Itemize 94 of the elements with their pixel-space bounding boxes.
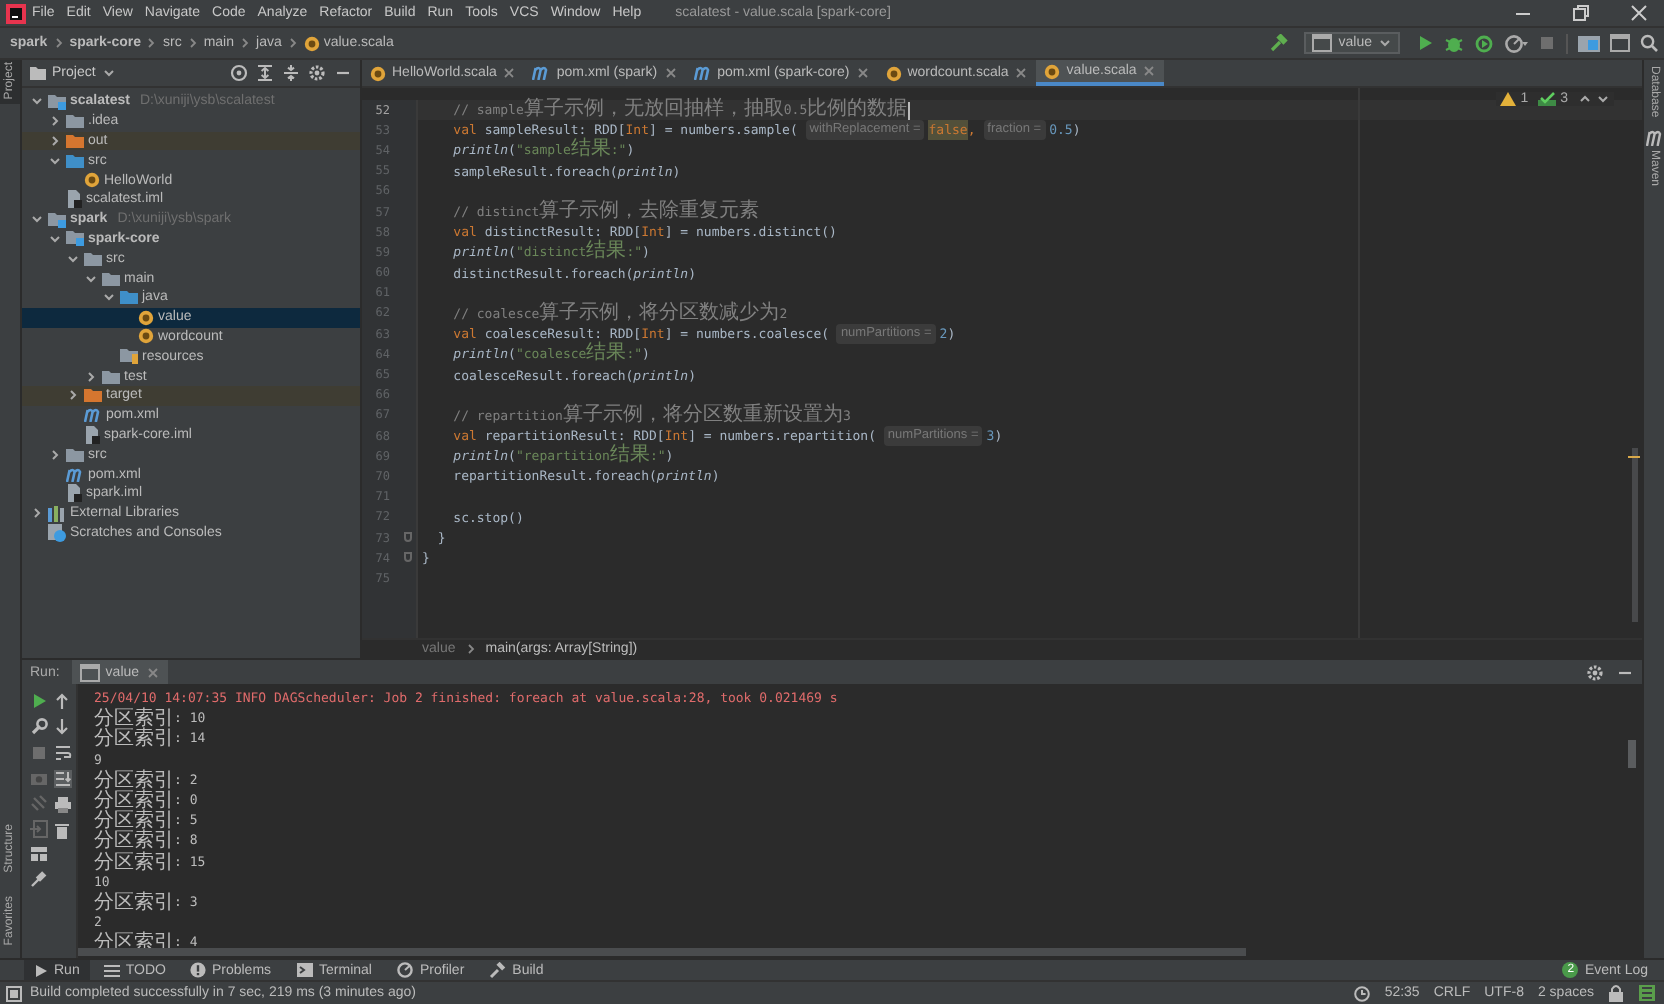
file-icon [66,484,82,503]
file-icon [66,190,82,209]
window-icon [79,663,100,681]
trash-icon[interactable] [54,822,70,840]
chevron-icon [465,642,476,656]
problems-icon [189,962,206,978]
wrench-icon[interactable] [29,718,47,736]
object-icon [885,65,902,81]
close-icon[interactable] [663,66,678,80]
locate-icon[interactable] [230,64,248,82]
dropdown-icon [101,66,116,80]
terminal-icon [295,962,314,978]
folder-icon [30,66,46,80]
close-icon[interactable] [1014,66,1029,80]
profile-icon[interactable] [1504,33,1528,53]
close-icon[interactable] [502,66,517,80]
maven-icon [532,66,551,80]
coverage-icon[interactable] [1474,33,1494,53]
chevron-icon [240,36,251,50]
chevron-icon[interactable] [30,506,44,521]
chevron-icon[interactable] [66,251,80,266]
build-icon [488,961,507,979]
object-icon [370,65,386,81]
fold-marker-icon[interactable] [404,552,412,563]
chevron-icon [146,36,157,50]
hammer-icon[interactable] [1268,33,1289,53]
settings-icon[interactable] [308,64,326,82]
fold-marker-icon[interactable] [404,531,412,542]
chevron-icon[interactable] [48,447,62,462]
scratches-icon [48,523,66,542]
folder-icon [120,348,138,365]
debug-icon[interactable] [1444,33,1464,53]
check-icon[interactable] [1538,92,1557,106]
scrollbar[interactable] [78,948,1246,956]
search-icon[interactable] [1640,34,1658,52]
todo-icon [103,963,120,977]
file-icon [84,425,100,444]
expand-all-icon[interactable] [256,64,274,82]
app-logo-icon [6,3,26,23]
scrollbar[interactable] [1632,448,1638,622]
chevron-icon[interactable] [102,290,116,305]
profiler-icon [395,962,414,978]
settings-icon[interactable] [1586,663,1604,681]
restore-icon[interactable] [1572,4,1590,22]
chevron-icon[interactable] [48,153,62,168]
module-icon [48,211,66,228]
rerun-icon[interactable] [29,692,47,710]
lock-icon[interactable] [1608,984,1624,1002]
chevron-icon[interactable] [48,114,62,129]
layout-icon[interactable] [29,846,47,862]
chevron-icon[interactable] [66,388,80,403]
scrollbar[interactable] [1628,740,1636,768]
project-structure-icon[interactable] [1578,34,1600,52]
chevron-icon[interactable] [30,94,44,109]
module-icon [66,230,84,247]
collapse-all-icon[interactable] [282,64,300,82]
close-icon[interactable] [855,66,870,80]
next-icon[interactable] [1596,92,1610,106]
maven-icon [693,66,712,80]
text-cursor [907,101,910,120]
maven-icon [84,408,102,423]
chevron-icon [187,36,198,50]
wrap-lines-icon[interactable] [53,744,71,762]
chevron-icon[interactable] [48,231,62,246]
pin-icon[interactable] [29,870,47,888]
scroll-to-end-icon[interactable] [53,770,71,788]
libraries-icon [48,505,66,522]
close-icon[interactable] [1630,4,1648,22]
run-icon [34,963,48,977]
up-arrow-icon[interactable] [54,692,70,710]
chevron-icon [53,36,64,50]
module-icon [48,93,66,110]
memory-icon[interactable] [1638,984,1656,1002]
object-icon [1044,63,1061,79]
maven-icon [66,467,84,482]
previous-icon[interactable] [1578,92,1592,106]
chevron-icon[interactable] [48,133,62,148]
object-icon [84,172,100,189]
down-arrow-icon[interactable] [54,718,70,736]
object-icon [303,35,320,51]
panel-icon[interactable] [6,985,22,1001]
window-icon[interactable] [1610,34,1630,52]
chevron-icon[interactable] [30,212,44,227]
maven-icon [1646,129,1662,146]
folder-icon [66,447,84,462]
chevron-icon [287,36,298,50]
clock-icon[interactable] [1354,985,1371,1001]
printer-icon[interactable] [53,796,71,814]
warning-icon[interactable] [1500,92,1517,106]
chevron-icon[interactable] [84,369,98,384]
window-icon [1312,34,1333,52]
dropdown-icon [1378,36,1392,50]
chevron-icon[interactable] [84,271,98,286]
run-icon[interactable] [1416,34,1434,52]
